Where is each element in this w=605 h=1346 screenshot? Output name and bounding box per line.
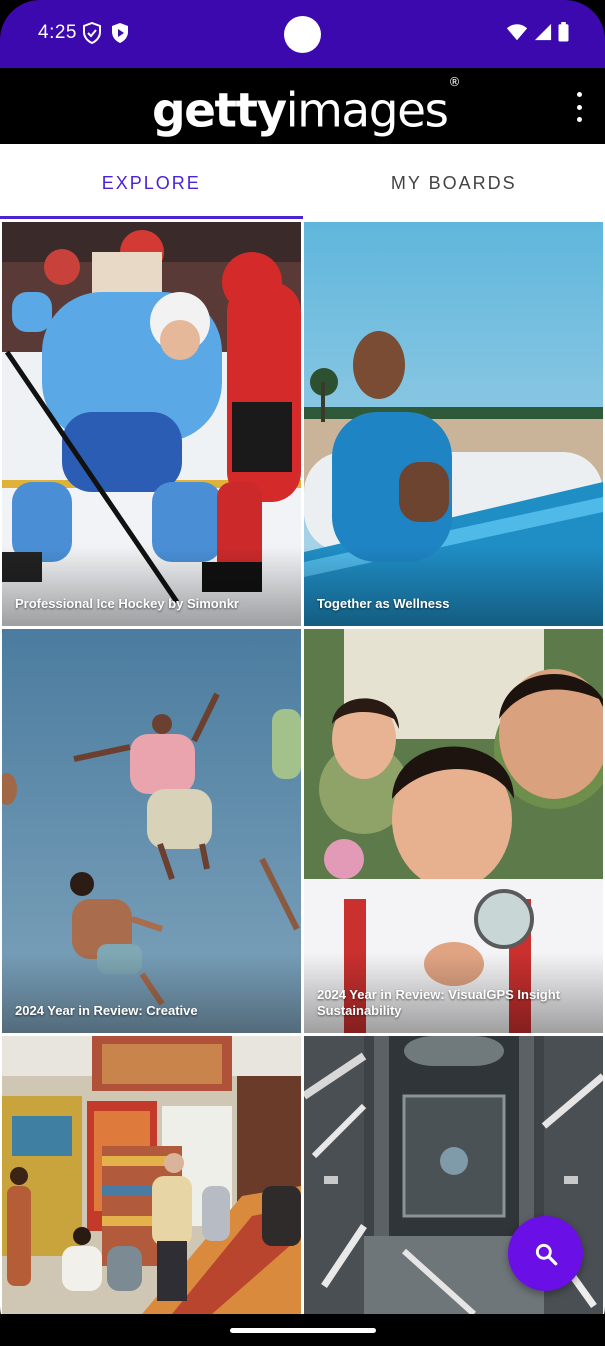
tab-explore[interactable]: EXPLORE [0,144,303,222]
phone-screen: 4:25 gettyimages® EXPLORE MY BOARDS Prof… [0,0,605,1346]
system-nav-bar [0,1314,605,1346]
search-fab-button[interactable] [508,1216,583,1291]
logo-mark: ® [448,75,460,89]
board-caption: Together as Wellness [317,596,450,611]
board-caption: 2024 Year in Review: VisualGPS Insight S… [317,987,561,1018]
tab-my-boards[interactable]: MY BOARDS [303,144,605,222]
board-tile-wellness[interactable]: Together as Wellness [304,222,603,626]
board-tile-ice-hockey[interactable]: Professional Ice Hockey by Simonkr [2,222,301,626]
status-bar: 4:25 [0,0,605,68]
app-bar: gettyimages® [0,68,605,144]
play-protect-icon [110,22,130,49]
shield-icon [82,21,102,49]
market-image [2,1036,301,1314]
boards-grid: Professional Ice Hockey by Simonkr Toget… [0,222,605,1314]
gettyimages-logo: gettyimages® [152,75,460,142]
board-caption: Professional Ice Hockey by Simonkr [15,596,239,611]
tab-my-boards-label: MY BOARDS [390,172,517,193]
board-tile-visualgps[interactable]: 2024 Year in Review: VisualGPS Insight S… [304,629,603,1033]
gesture-handle[interactable] [230,1328,376,1333]
board-tile-creative[interactable]: 2024 Year in Review: Creative [2,629,301,1033]
tab-explore-label: EXPLORE [101,172,201,193]
wifi-icon [506,22,528,47]
search-icon [535,1243,557,1265]
more-vert-icon[interactable] [571,92,587,122]
logo-bold: getty [152,83,287,139]
signal-icon [534,22,552,47]
board-caption: 2024 Year in Review: Creative [15,1003,198,1018]
status-time: 4:25 [38,22,77,43]
logo-light: images [285,83,449,139]
battery-icon [558,22,569,47]
board-tile-market[interactable] [2,1036,301,1314]
camera-cutout [284,16,321,53]
tab-bar: EXPLORE MY BOARDS [0,144,605,222]
